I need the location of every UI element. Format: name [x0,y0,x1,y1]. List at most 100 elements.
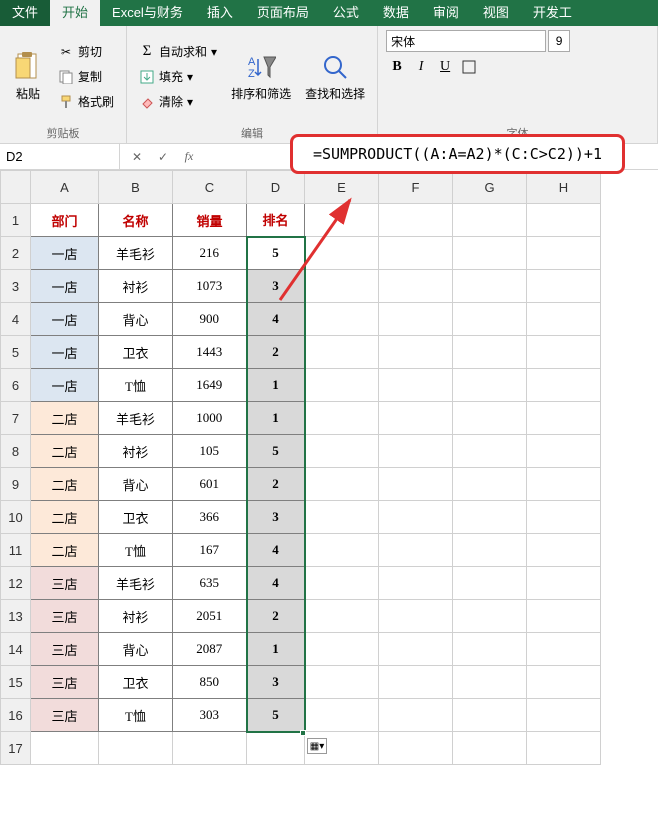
cell-sales[interactable]: 2087 [173,633,247,666]
empty-cell[interactable] [379,501,453,534]
empty-cell[interactable] [305,435,379,468]
empty-cell[interactable] [527,567,601,600]
empty-cell[interactable] [379,732,453,765]
empty-cell[interactable] [453,237,527,270]
cell-name[interactable]: 衬衫 [99,270,173,303]
row-header[interactable]: 2 [1,237,31,270]
row-header[interactable]: 11 [1,534,31,567]
select-all-corner[interactable] [1,171,31,204]
row-header[interactable]: 4 [1,303,31,336]
header-cell[interactable]: 销量 [173,204,247,237]
font-name-select[interactable] [386,30,546,52]
empty-cell[interactable] [453,732,527,765]
empty-cell[interactable] [247,732,305,765]
cell-name[interactable]: T恤 [99,699,173,732]
cell-dept[interactable]: 一店 [31,237,99,270]
cell-rank[interactable]: 1 [247,369,305,402]
header-cell[interactable]: 部门 [31,204,99,237]
cell-dept[interactable]: 三店 [31,567,99,600]
tab-formula[interactable]: 公式 [321,0,371,26]
cell-rank[interactable]: 3 [247,501,305,534]
fx-icon[interactable]: fx [180,148,198,166]
cell-dept[interactable]: 一店 [31,369,99,402]
fill-handle[interactable] [300,730,306,736]
tab-view[interactable]: 视图 [471,0,521,26]
cell-rank[interactable]: 4 [247,303,305,336]
empty-cell[interactable] [453,204,527,237]
empty-cell[interactable] [379,303,453,336]
cell-dept[interactable]: 三店 [31,633,99,666]
fill-button[interactable]: 填充 ▾ [135,66,221,87]
cell-sales[interactable]: 366 [173,501,247,534]
col-header-F[interactable]: F [379,171,453,204]
cell-dept[interactable]: 三店 [31,666,99,699]
row-header[interactable]: 16 [1,699,31,732]
tab-data[interactable]: 数据 [371,0,421,26]
empty-cell[interactable] [305,600,379,633]
tab-file[interactable]: 文件 [0,0,50,26]
cell-rank[interactable]: 5 [247,435,305,468]
cell-rank[interactable]: 3 [247,666,305,699]
paste-button[interactable]: 粘贴 [8,30,48,123]
format-painter-button[interactable]: 格式刷 [54,91,118,112]
empty-cell[interactable] [379,567,453,600]
col-header-A[interactable]: A [31,171,99,204]
empty-cell[interactable] [99,732,173,765]
row-header[interactable]: 12 [1,567,31,600]
cell-name[interactable]: 卫衣 [99,666,173,699]
cell-dept[interactable]: 二店 [31,435,99,468]
row-header[interactable]: 17 [1,732,31,765]
empty-cell[interactable] [173,732,247,765]
empty-cell[interactable] [453,666,527,699]
empty-cell[interactable] [379,402,453,435]
cell-rank[interactable]: 5 [247,699,305,732]
empty-cell[interactable] [379,468,453,501]
cell-name[interactable]: 衬衫 [99,435,173,468]
empty-cell[interactable] [453,270,527,303]
cell-dept[interactable]: 三店 [31,699,99,732]
cell-name[interactable]: 衬衫 [99,600,173,633]
header-cell[interactable]: 名称 [99,204,173,237]
italic-button[interactable]: I [410,56,432,78]
empty-cell[interactable] [527,204,601,237]
name-box[interactable]: D2 [0,144,120,169]
cell-sales[interactable]: 850 [173,666,247,699]
cell-dept[interactable]: 一店 [31,336,99,369]
cell-rank[interactable]: 5 [247,237,305,270]
border-button[interactable] [458,56,480,78]
empty-cell[interactable] [379,204,453,237]
cell-rank[interactable]: 3 [247,270,305,303]
empty-cell[interactable] [31,732,99,765]
row-header[interactable]: 15 [1,666,31,699]
empty-cell[interactable] [379,699,453,732]
empty-cell[interactable] [527,402,601,435]
cell-name[interactable]: 背心 [99,303,173,336]
cell-sales[interactable]: 303 [173,699,247,732]
empty-cell[interactable] [305,534,379,567]
empty-cell[interactable] [379,600,453,633]
find-select-button[interactable]: 查找和选择 [301,30,369,123]
empty-cell[interactable] [379,633,453,666]
cell-name[interactable]: 背心 [99,468,173,501]
cell-rank[interactable]: 4 [247,534,305,567]
row-header[interactable]: 5 [1,336,31,369]
row-header[interactable]: 3 [1,270,31,303]
empty-cell[interactable] [379,666,453,699]
cell-rank[interactable]: 1 [247,402,305,435]
cell-sales[interactable]: 2051 [173,600,247,633]
cell-rank[interactable]: 2 [247,468,305,501]
empty-cell[interactable] [379,534,453,567]
cell-dept[interactable]: 二店 [31,501,99,534]
empty-cell[interactable] [305,369,379,402]
cell-name[interactable]: 羊毛衫 [99,567,173,600]
empty-cell[interactable] [527,303,601,336]
cell-name[interactable]: 背心 [99,633,173,666]
cell-name[interactable]: 卫衣 [99,336,173,369]
empty-cell[interactable] [305,303,379,336]
cut-button[interactable]: ✂ 剪切 [54,41,118,62]
empty-cell[interactable] [379,435,453,468]
empty-cell[interactable] [453,501,527,534]
enter-formula-icon[interactable]: ✓ [154,148,172,166]
cell-name[interactable]: 羊毛衫 [99,402,173,435]
empty-cell[interactable] [527,369,601,402]
